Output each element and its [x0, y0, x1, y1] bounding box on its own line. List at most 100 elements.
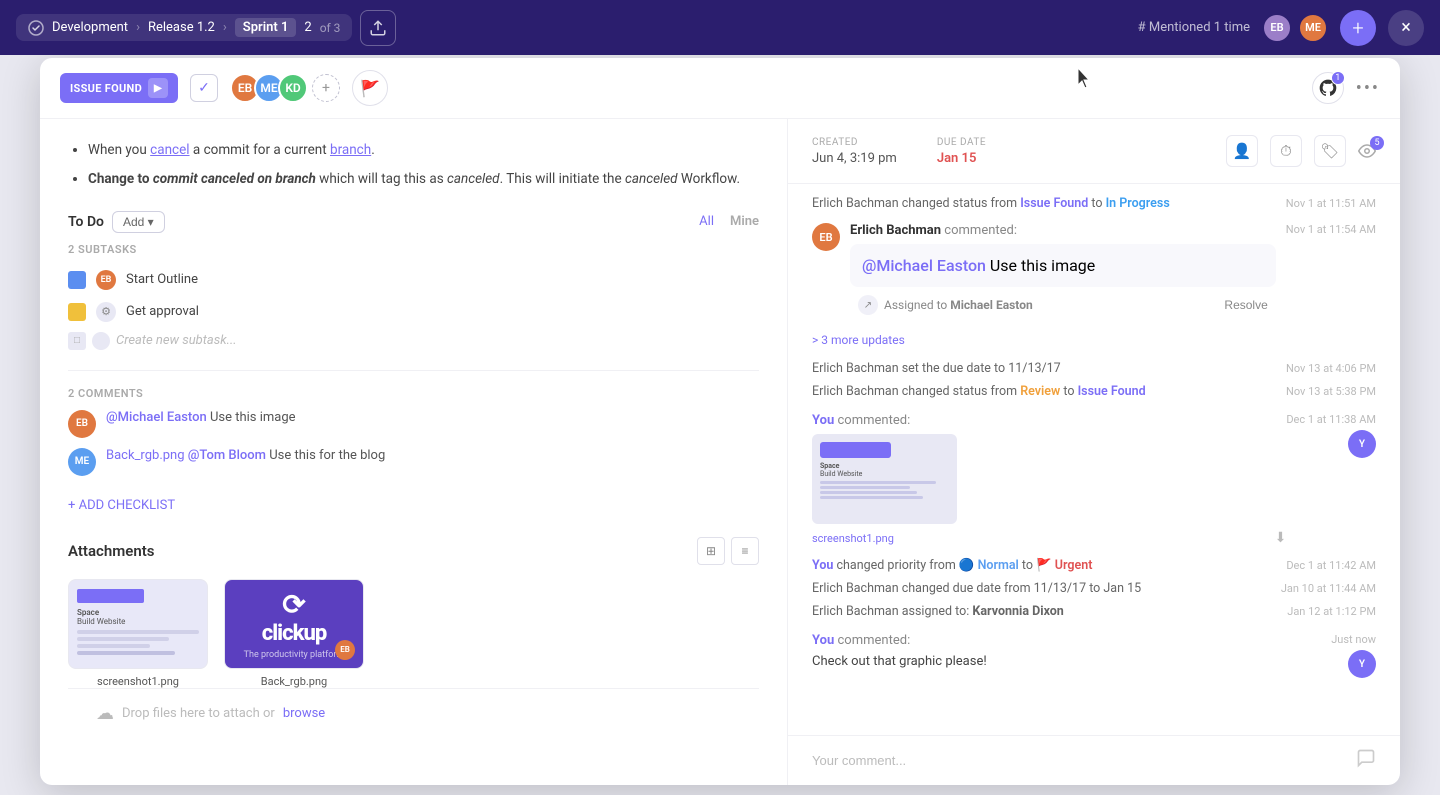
check-button[interactable]: ✓: [190, 74, 218, 102]
comment-1-author[interactable]: @Michael Easton: [106, 410, 207, 425]
mentioned-label[interactable]: # Mentioned 1 time: [1138, 20, 1250, 35]
release-label[interactable]: Release 1.2: [148, 20, 215, 35]
due-group: DUE DATE Jan 15: [937, 137, 986, 166]
add-button[interactable]: Add ▾: [112, 211, 165, 233]
attachment-2[interactable]: ⟳ clickup The productivity platform EB B…: [224, 579, 364, 688]
subtask-label-2: Get approval: [126, 304, 199, 319]
michael-mention: @Michael Easton: [862, 256, 986, 275]
comments-section: 2 COMMENTS EB @Michael Easton Use this i…: [68, 387, 759, 476]
attach-name-2: Back_rgb.png: [224, 675, 364, 688]
screenshot-link[interactable]: screenshot1.png: [812, 532, 894, 545]
add-checklist[interactable]: + ADD CHECKLIST: [68, 498, 175, 513]
nav-avatar-2: ME: [1298, 13, 1328, 43]
close-button[interactable]: ×: [1388, 10, 1424, 46]
more-button[interactable]: •••: [1356, 78, 1380, 99]
drop-zone[interactable]: ☁ Drop files here to attach or browse: [68, 688, 759, 738]
activity-priority-change: You changed priority from 🔵 Normal to 🚩 …: [812, 558, 1376, 573]
status-from-1: Issue Found: [1020, 196, 1088, 211]
subtask-icon-1: [68, 271, 86, 289]
comment-2-author[interactable]: @Tom Bloom: [188, 448, 266, 463]
karvonnia-name: Karvonnia Dixon: [972, 604, 1063, 619]
meta-icon-2[interactable]: ⏱: [1270, 135, 1302, 167]
filter-all[interactable]: All: [699, 214, 714, 229]
created-group: CREATED Jun 4, 3:19 pm: [812, 137, 897, 166]
cancel-link[interactable]: cancel: [150, 142, 189, 158]
download-button[interactable]: ⬇: [1275, 530, 1287, 546]
activity-status-change-1: Erlich Bachman changed status from Issue…: [812, 196, 1376, 211]
attachments-section: Attachments ⊞ ≡ SpaceBuild Website: [68, 537, 759, 688]
more-updates[interactable]: > 3 more updates: [812, 329, 1376, 351]
subtask-avatar-1: EB: [96, 270, 116, 290]
comment-2-link[interactable]: Back_rgb.png: [106, 448, 185, 463]
browse-link[interactable]: browse: [283, 706, 325, 721]
drop-text: Drop files here to attach or: [122, 706, 275, 721]
erlich-name: Erlich Bachman: [850, 223, 941, 238]
activity-assigned: Erlich Bachman assigned to: Karvonnia Di…: [812, 604, 1376, 619]
add-button[interactable]: +: [1340, 10, 1376, 46]
assigned-name: Michael Easton: [950, 298, 1032, 312]
you-avatar-1: Y: [1348, 430, 1376, 458]
flag-button[interactable]: 🚩: [352, 70, 388, 106]
attach-thumb-1: SpaceBuild Website: [68, 579, 208, 669]
comment-input[interactable]: [812, 753, 1346, 768]
avatar-stack: EB ME KD +: [230, 73, 340, 103]
grid-view-button[interactable]: ⊞: [697, 537, 725, 565]
subtask-2[interactable]: ⚙ Get approval: [68, 296, 759, 328]
activity-due-change: Erlich Bachman changed due date from 11/…: [812, 581, 1376, 596]
assigned-row: ↗ Assigned to Michael Easton Resolve: [850, 291, 1276, 319]
attach-thumb-2: ⟳ clickup The productivity platform EB: [224, 579, 364, 669]
filter-mine[interactable]: Mine: [730, 214, 759, 229]
top-nav: Development › Release 1.2 › Sprint 1 2 o…: [0, 0, 1440, 55]
due-label: DUE DATE: [937, 137, 986, 148]
status-to-2: Issue Found: [1078, 384, 1146, 399]
right-meta: CREATED Jun 4, 3:19 pm DUE DATE Jan 15 👤…: [788, 119, 1400, 184]
send-button[interactable]: [1356, 748, 1376, 773]
subtask-gear: ⚙: [96, 302, 116, 322]
divider-1: [68, 370, 759, 371]
github-icon[interactable]: 1: [1312, 72, 1344, 104]
comment-input-area: [788, 735, 1400, 785]
status-from-2: Review: [1020, 384, 1060, 399]
sprint-label[interactable]: Sprint 1: [235, 18, 297, 37]
activity-status-change-2: Erlich Bachman changed status from Revie…: [812, 384, 1376, 399]
activity-due-date: Erlich Bachman set the due date to 11/13…: [812, 361, 1376, 376]
attach-grid: SpaceBuild Website screenshot1.png ⟳ cli…: [68, 579, 759, 688]
comment-1: EB @Michael Easton Use this image: [68, 410, 759, 438]
subtask-1[interactable]: EB Start Outline: [68, 264, 759, 296]
comment-2: ME Back_rgb.png @Tom Bloom Use this for …: [68, 448, 759, 476]
list-view-button[interactable]: ≡: [731, 537, 759, 565]
modal: ISSUE FOUND ▶ ✓ EB ME KD + 🚩 1 ••• When …: [40, 58, 1400, 785]
subtasks-count: 2 SUBTASKS: [68, 243, 759, 256]
meta-icon-3[interactable]: 🏷: [1314, 135, 1346, 167]
avatar-add[interactable]: +: [312, 74, 340, 102]
workspace-label[interactable]: Development: [52, 20, 128, 35]
you-comment-2-time: Just now: [1331, 633, 1376, 646]
attachments-header: Attachments ⊞ ≡: [68, 537, 759, 565]
attachment-1[interactable]: SpaceBuild Website screenshot1.png: [68, 579, 208, 688]
erlich-time: Nov 1 at 11:54 AM: [1286, 223, 1376, 236]
meta-icon-1[interactable]: 👤: [1226, 135, 1258, 167]
status-badge[interactable]: ISSUE FOUND ▶: [60, 73, 178, 103]
attachments-title: Attachments: [68, 542, 154, 560]
status-to-1: In Progress: [1106, 196, 1170, 211]
create-subtask[interactable]: □ Create new subtask...: [68, 328, 759, 354]
erlich-comment-text: Use this image: [990, 256, 1095, 275]
eye-button[interactable]: 5: [1358, 142, 1376, 160]
status-arrow[interactable]: ▶: [148, 78, 168, 98]
breadcrumb: Development › Release 1.2 › Sprint 1 2 o…: [16, 14, 352, 41]
resolve-button[interactable]: Resolve: [1224, 298, 1267, 312]
you-comment-2-text: Check out that graphic please!: [812, 654, 1331, 669]
clip-button[interactable]: [360, 10, 396, 46]
erlich-avatar: EB: [812, 223, 840, 251]
comment-2-text: Use this for the blog: [269, 448, 385, 463]
sprint-num: 2: [304, 20, 311, 35]
comment-avatar-1: EB: [68, 410, 96, 438]
sprint-of: of 3: [320, 21, 341, 35]
right-panel: CREATED Jun 4, 3:19 pm DUE DATE Jan 15 👤…: [788, 119, 1400, 785]
subtask-label-1: Start Outline: [126, 272, 198, 287]
workspace-icon: [28, 20, 44, 36]
created-label: CREATED: [812, 137, 897, 148]
create-subtask-placeholder: Create new subtask...: [116, 333, 237, 348]
branch-link[interactable]: branch: [330, 142, 371, 158]
activity-comment-erlich: EB Erlich Bachman commented: @Michael Ea…: [812, 223, 1376, 319]
